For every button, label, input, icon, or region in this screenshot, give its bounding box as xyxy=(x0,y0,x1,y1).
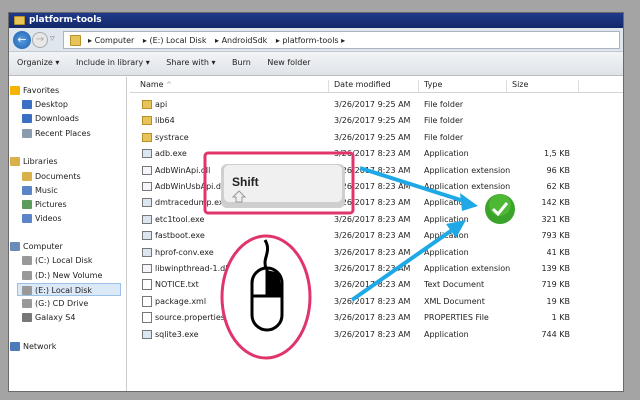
checkmark-icon xyxy=(485,194,515,224)
shift-key-label: Shift xyxy=(232,175,259,189)
arrow-lower xyxy=(350,220,466,302)
arrow-upper xyxy=(359,166,478,211)
tutorial-overlay xyxy=(203,151,515,360)
